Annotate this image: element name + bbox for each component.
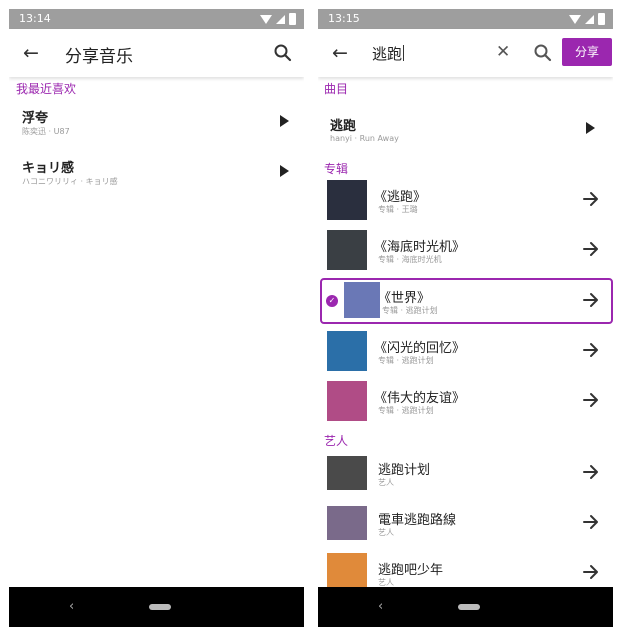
album-title: 《伟大的友谊》: [374, 391, 466, 406]
system-icons: [260, 9, 296, 29]
song-title: キョリ感: [22, 161, 75, 176]
right-screen: 13:15 ← 逃跑 ✕ 分享 曲目 逃跑 hanyi · Run Away 专…: [318, 9, 613, 627]
track-subtitle: hanyi · Run Away: [330, 134, 399, 143]
section-artists: 艺人: [324, 434, 349, 448]
page-title: 分享音乐: [65, 47, 133, 67]
artist-subtitle: 艺人: [378, 528, 394, 537]
album-cover: [327, 180, 367, 220]
signal-icon: [585, 14, 594, 24]
arrow-right-icon[interactable]: [581, 462, 601, 482]
song-title: 浮夸: [22, 111, 49, 126]
album-subtitle: 专辑 · 逃跑计划: [382, 306, 438, 315]
artist-photo: [327, 506, 367, 540]
nav-back-icon[interactable]: ‹: [69, 599, 74, 614]
search-input[interactable]: 逃跑: [372, 43, 405, 64]
artist-item[interactable]: 電車逃跑路線 艺人: [318, 500, 613, 548]
play-icon[interactable]: [280, 165, 289, 177]
status-bar: 13:15: [318, 9, 613, 29]
arrow-right-icon[interactable]: [581, 290, 601, 310]
album-item[interactable]: 《逃跑》 专辑 · 王璐: [318, 177, 613, 225]
status-time: 13:15: [328, 12, 360, 25]
album-cover: [344, 282, 380, 318]
album-cover: [327, 381, 367, 421]
arrow-right-icon[interactable]: [581, 390, 601, 410]
text-caret: [403, 45, 405, 61]
share-button[interactable]: 分享: [562, 38, 612, 66]
album-subtitle: 专辑 · 逃跑计划: [378, 356, 434, 365]
album-title: 《闪光的回忆》: [374, 341, 466, 356]
app-bar: ← 分享音乐: [9, 29, 304, 77]
album-title: 《世界》: [378, 291, 431, 306]
arrow-right-icon[interactable]: [581, 562, 601, 582]
album-title: 《逃跑》: [374, 190, 427, 205]
album-item[interactable]: 《伟大的友谊》 专辑 · 逃跑计划: [318, 378, 613, 426]
status-bar: 13:14: [9, 9, 304, 29]
arrow-right-icon[interactable]: [581, 512, 601, 532]
section-recent-likes: 我最近喜欢: [16, 82, 77, 96]
navigation-bar: ‹: [9, 587, 304, 627]
artist-name: 逃跑计划: [378, 463, 431, 478]
album-title: 《海底时光机》: [374, 240, 466, 255]
album-cover: [327, 331, 367, 371]
search-icon[interactable]: [532, 42, 554, 64]
battery-icon: [289, 13, 296, 25]
section-albums: 专辑: [324, 162, 349, 176]
track-title: 逃跑: [330, 119, 357, 134]
arrow-right-icon[interactable]: [581, 340, 601, 360]
artist-item[interactable]: 逃跑计划 艺人: [318, 450, 613, 498]
signal-icon: [276, 14, 285, 24]
battery-icon: [598, 13, 605, 25]
album-subtitle: 专辑 · 海底时光机: [378, 255, 442, 264]
check-icon: ✓: [326, 295, 338, 307]
artist-name: 逃跑吧少年: [378, 563, 444, 578]
clear-icon[interactable]: ✕: [496, 42, 510, 62]
wifi-icon: [260, 15, 272, 24]
section-tracks: 曲目: [324, 82, 349, 96]
album-item[interactable]: 《闪光的回忆》 专辑 · 逃跑计划: [318, 328, 613, 376]
arrow-right-icon[interactable]: [581, 239, 601, 259]
album-cover: [327, 230, 367, 270]
song-subtitle: 陈奕迅 · U87: [22, 127, 70, 136]
search-bar: ← 逃跑 ✕ 分享: [318, 29, 613, 77]
navigation-bar: ‹: [318, 587, 613, 627]
left-screen: 13:14 ← 分享音乐 我最近喜欢 浮夸 陈奕迅 · U87 キョリ感 ハコニ…: [9, 9, 304, 627]
search-query: 逃跑: [372, 45, 403, 63]
search-icon[interactable]: [272, 42, 294, 64]
back-arrow-icon[interactable]: ←: [332, 42, 348, 64]
nav-home-icon[interactable]: [458, 604, 480, 610]
album-subtitle: 专辑 · 王璐: [378, 205, 418, 214]
nav-back-icon[interactable]: ‹: [378, 599, 383, 614]
album-subtitle: 专辑 · 逃跑计划: [378, 406, 434, 415]
artist-photo: [327, 456, 367, 490]
play-icon[interactable]: [586, 122, 595, 134]
arrow-right-icon[interactable]: [581, 189, 601, 209]
artist-subtitle: 艺人: [378, 478, 394, 487]
system-icons: [569, 9, 605, 29]
wifi-icon: [569, 15, 581, 24]
album-item[interactable]: 《海底时光机》 专辑 · 海底时光机: [318, 227, 613, 275]
play-icon[interactable]: [280, 115, 289, 127]
album-item-selected[interactable]: ✓ 《世界》 专辑 · 逃跑计划: [320, 278, 613, 324]
status-time: 13:14: [19, 12, 51, 25]
nav-home-icon[interactable]: [149, 604, 171, 610]
artist-name: 電車逃跑路線: [378, 513, 457, 528]
back-arrow-icon[interactable]: ←: [23, 42, 39, 64]
song-subtitle: ハコニワリリィ · キョリ感: [22, 177, 118, 186]
